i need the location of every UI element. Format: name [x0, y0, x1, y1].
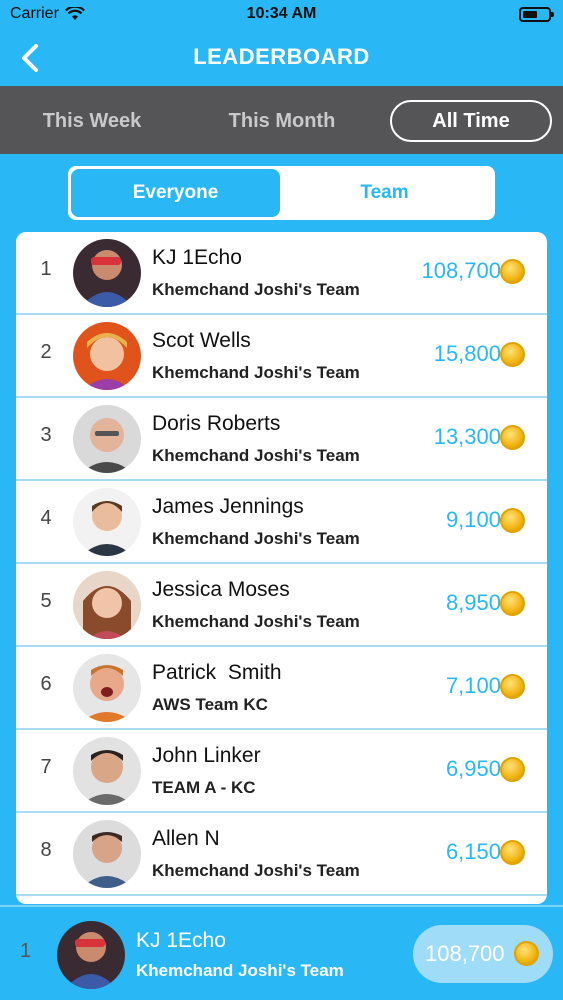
tab-this-month[interactable]: This Month [196, 100, 368, 142]
points-value: 6,150 [445, 839, 501, 864]
team-name: Khemchand Joshi's Team [152, 363, 360, 382]
avatar [57, 921, 125, 989]
leaderboard-row[interactable]: 5 Jessica Moses Khemchand Joshi's Team 8… [16, 564, 547, 647]
page-title: LEADERBOARD [193, 44, 370, 69]
points-value: 9,100 [445, 507, 501, 532]
player-name: John Linker [152, 744, 261, 767]
points-value: 15,800 [433, 341, 501, 366]
rank-number: 5 [40, 590, 52, 612]
team-name: Khemchand Joshi's Team [152, 861, 360, 880]
coin-icon [500, 840, 525, 865]
points-value: 7,100 [445, 673, 501, 698]
coin-icon [500, 342, 525, 367]
avatar [73, 405, 141, 473]
leaderboard-row[interactable]: 1 KJ 1Echo Khemchand Joshi's Team 108,70… [16, 232, 547, 315]
player-name: KJ 1Echo [152, 246, 242, 269]
status-time: 10:34 AM [246, 5, 317, 22]
rank-number: 3 [40, 424, 52, 446]
rank-number: 1 [40, 258, 52, 280]
avatar [73, 654, 141, 722]
leaderboard-row[interactable]: 8 Allen N Khemchand Joshi's Team 6,150 [16, 813, 547, 896]
leaderboard-row[interactable]: 2 Scot Wells Khemchand Joshi's Team 15,8… [16, 315, 547, 398]
rank-number: 4 [40, 507, 52, 529]
segment-everyone[interactable]: Everyone [71, 169, 280, 217]
audience-segmented-control: Everyone Team [68, 166, 495, 220]
leaderboard-row[interactable]: 7 John Linker TEAM A - KC 6,950 [16, 730, 547, 813]
player-name: Doris Roberts [152, 412, 281, 435]
points-value: 6,950 [445, 756, 501, 781]
coin-icon [500, 425, 525, 450]
current-user-name: KJ 1Echo [136, 929, 226, 952]
current-user-rank: 1 [20, 940, 32, 962]
avatar [73, 239, 141, 307]
rank-number: 6 [40, 673, 52, 695]
coin-icon [500, 259, 525, 284]
period-tab-bar: This Week This Month All Time [0, 86, 563, 154]
player-name: Patrick Smith [152, 661, 282, 684]
avatar [73, 571, 141, 639]
points-value: 108,700 [421, 258, 501, 283]
coin-icon [500, 674, 525, 699]
rank-number: 2 [40, 341, 52, 363]
team-name: Khemchand Joshi's Team [152, 446, 360, 465]
team-name: Khemchand Joshi's Team [152, 612, 360, 631]
points-value: 8,950 [445, 590, 501, 615]
coin-icon [514, 941, 539, 966]
team-name: TEAM A - KC [152, 778, 256, 797]
avatar [73, 820, 141, 888]
current-user-points-badge: 108,700 [413, 925, 553, 983]
coin-icon [500, 508, 525, 533]
coin-icon [500, 591, 525, 616]
player-name: Jessica Moses [152, 578, 290, 601]
team-name: Khemchand Joshi's Team [152, 529, 360, 548]
current-user-bar[interactable]: 1 KJ 1Echo Khemchand Joshi's Team 108,70… [0, 905, 563, 1000]
current-user-points: 108,700 [425, 941, 505, 966]
current-user-team: Khemchand Joshi's Team [136, 961, 344, 980]
rank-number: 8 [40, 839, 52, 861]
leaderboard-row[interactable]: 4 James Jennings Khemchand Joshi's Team … [16, 481, 547, 564]
leaderboard-row[interactable]: 6 Patrick Smith AWS Team KC 7,100 [16, 647, 547, 730]
avatar [73, 488, 141, 556]
player-name: Scot Wells [152, 329, 251, 352]
avatar [73, 322, 141, 390]
leaderboard-row[interactable]: 3 Doris Roberts Khemchand Joshi's Team 1… [16, 398, 547, 481]
tab-all-time[interactable]: All Time [390, 100, 552, 142]
coin-icon [500, 757, 525, 782]
status-bar: Carrier 10:34 AM [0, 0, 563, 30]
team-name: AWS Team KC [152, 695, 268, 714]
player-name: James Jennings [152, 495, 304, 518]
team-name: Khemchand Joshi's Team [152, 280, 360, 299]
rank-number: 7 [40, 756, 52, 778]
nav-bar: LEADERBOARD [0, 30, 563, 86]
points-value: 13,300 [433, 424, 501, 449]
player-name: Allen N [152, 827, 220, 850]
battery-icon [519, 7, 554, 22]
leaderboard-list[interactable]: 1 KJ 1Echo Khemchand Joshi's Team 108,70… [16, 232, 547, 904]
tab-this-week[interactable]: This Week [6, 100, 178, 142]
segment-team[interactable]: Team [280, 169, 489, 217]
avatar [73, 737, 141, 805]
